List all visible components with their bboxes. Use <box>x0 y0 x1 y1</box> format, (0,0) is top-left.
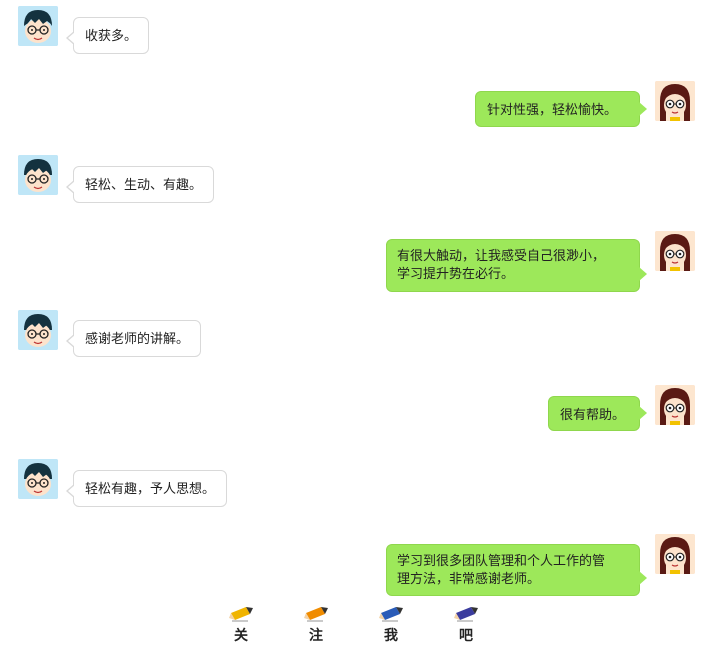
girl-face-icon <box>655 81 695 121</box>
follow-char-label: 吧 <box>459 628 473 644</box>
message-text: 收获多。 <box>85 29 138 44</box>
pencil-icon <box>454 607 478 622</box>
follow-char-item: 我 <box>371 605 411 645</box>
pencil-icon <box>304 607 328 622</box>
message-bubble: 收获多。 <box>65 17 150 54</box>
boy-avatar <box>18 459 58 499</box>
boy-avatar <box>18 310 58 350</box>
message-bubble: 轻松有趣，予人思想。 <box>65 470 228 507</box>
follow-char-label: 关 <box>234 628 248 644</box>
message-bubble: 针对性强，轻松愉快。 <box>475 91 647 127</box>
boy-face-icon <box>18 310 58 350</box>
girl-face-icon <box>655 385 695 425</box>
boy-avatar <box>18 155 58 195</box>
boy-avatar <box>18 6 58 46</box>
message-text-line: 学习到很多团队管理和个人工作的管 <box>397 554 606 569</box>
message-bubble: 学习到很多团队管理和个人工作的管 理方法，非常感谢老师。 <box>386 544 647 596</box>
girl-avatar <box>655 81 695 121</box>
follow-char-label: 我 <box>384 628 398 644</box>
message-text-line: 学习提升势在必行。 <box>397 267 515 282</box>
message-text: 轻松有趣，予人思想。 <box>85 482 216 497</box>
pencil-icon <box>229 607 253 622</box>
follow-char-label: 注 <box>309 628 323 644</box>
boy-face-icon <box>18 459 58 499</box>
message-text: 轻松、生动、有趣。 <box>85 178 203 193</box>
girl-avatar <box>655 534 695 574</box>
message-text: 针对性强，轻松愉快。 <box>487 103 618 118</box>
message-bubble: 有很大触动，让我感受自己很渺小， 学习提升势在必行。 <box>386 239 647 292</box>
follow-char-item: 关 <box>221 605 261 645</box>
boy-face-icon <box>18 155 58 195</box>
follow-char-item: 注 <box>296 605 336 645</box>
message-text: 很有帮助。 <box>560 408 626 423</box>
girl-face-icon <box>655 231 695 271</box>
message-bubble: 很有帮助。 <box>548 396 647 431</box>
pencil-icon <box>379 607 403 622</box>
message-bubble: 轻松、生动、有趣。 <box>65 166 215 203</box>
follow-me-banner: 关 注 我 吧 <box>0 605 710 652</box>
follow-char-item: 吧 <box>446 605 486 645</box>
message-text-line: 理方法，非常感谢老师。 <box>397 572 541 587</box>
message-text: 感谢老师的讲解。 <box>85 332 190 347</box>
girl-avatar <box>655 231 695 271</box>
message-text-line: 有很大触动，让我感受自己很渺小， <box>397 249 606 264</box>
girl-face-icon <box>655 534 695 574</box>
message-bubble: 感谢老师的讲解。 <box>65 320 202 357</box>
boy-face-icon <box>18 6 58 46</box>
girl-avatar <box>655 385 695 425</box>
